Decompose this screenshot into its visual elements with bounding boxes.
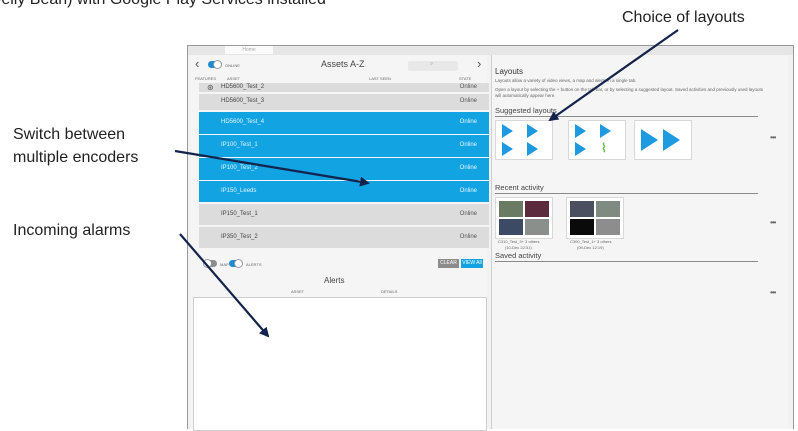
play-icon — [502, 124, 513, 138]
asset-state: Online — [459, 188, 477, 194]
layout-tile-quad[interactable] — [495, 120, 553, 160]
asset-name: IP100_Test_1 — [221, 142, 258, 148]
play-icon — [663, 129, 680, 151]
play-icon — [600, 124, 611, 138]
asset-state: Online — [459, 142, 477, 148]
layouts-description-2: Open a layout by selecting the + button … — [495, 87, 764, 98]
video-thumbnail — [596, 219, 620, 235]
chevron-right-icon[interactable]: › — [477, 57, 481, 70]
asset-state: Online — [459, 98, 477, 104]
recent-activity-tile[interactable] — [566, 197, 624, 239]
col-last-seen: LAST SEEN — [369, 76, 391, 81]
recent-activity-heading: Recent activity — [495, 183, 544, 192]
alerts-col-asset: ASSET — [291, 289, 305, 294]
map-label: MAP — [220, 262, 229, 267]
asset-state: Online — [459, 211, 477, 217]
alerts-list[interactable] — [193, 297, 487, 431]
video-thumbnail — [499, 201, 523, 217]
video-thumbnail — [570, 219, 594, 235]
asset-name: IP150_Test_1 — [221, 211, 258, 217]
asset-name: IP150_Leeds — [221, 188, 257, 194]
table-row[interactable]: ⊛ HD5600_Test_2 Online — [199, 83, 489, 93]
more-icon[interactable]: ••• — [770, 218, 776, 227]
asset-name: HD5600_Test_2 — [221, 84, 265, 90]
more-icon[interactable]: ••• — [770, 288, 776, 297]
map-icon: ⌇ — [601, 141, 607, 155]
col-features: FEATURES — [195, 76, 217, 81]
tab-bar: Home — [188, 46, 793, 55]
col-state: STATE — [459, 76, 472, 81]
alerts-toolbar: MAP ALERTS CLEAR VIEW All — [191, 252, 487, 274]
chevron-left-icon[interactable]: ‹ — [195, 57, 199, 70]
search-input[interactable]: ⌕ — [408, 61, 458, 71]
video-thumbnail — [499, 219, 523, 235]
online-label: ONLINE — [225, 63, 240, 68]
play-icon — [575, 124, 586, 138]
recent-caption-date: (10-Dec 22:31) — [505, 245, 532, 250]
saved-activity-heading: Saved activity — [495, 251, 542, 260]
saved-divider — [495, 261, 758, 262]
recent-activity-tile[interactable] — [495, 197, 553, 239]
alerts-header: Alerts ASSET DETAILS — [191, 275, 487, 297]
online-toggle[interactable] — [208, 60, 222, 69]
asset-name: HD5600_Test_4 — [221, 119, 265, 125]
recent-caption-date: (09-Dec 12:19) — [577, 245, 604, 250]
map-toggle[interactable] — [203, 259, 217, 268]
table-row[interactable]: HD5600_Test_3 Online — [199, 94, 489, 111]
layouts-panel: Layouts Layouts allow a variety of video… — [491, 55, 788, 429]
alerts-title: Alerts — [324, 276, 345, 285]
table-row[interactable]: IP100_Test_2 Online — [199, 158, 489, 181]
play-icon — [527, 142, 538, 156]
clear-button[interactable]: CLEAR — [438, 259, 459, 268]
view-all-button[interactable]: VIEW All — [461, 259, 483, 268]
asset-name: IP100_Test_2 — [221, 165, 258, 171]
col-asset: ASSET — [227, 76, 241, 81]
recent-caption: C300_Test_1+ 3 others — [570, 239, 612, 244]
table-row[interactable]: IP150_Test_1 Online — [199, 204, 489, 226]
caption-switch-line2: multiple encoders — [13, 149, 139, 166]
alerts-label: ALERTS — [246, 262, 262, 267]
asset-name: IP350_Test_2 — [221, 234, 258, 240]
layout-tile-dual[interactable] — [634, 120, 692, 160]
table-row[interactable]: IP150_Leeds Online — [199, 181, 489, 203]
recent-caption: C310_Test_3+ 3 others — [498, 239, 540, 244]
assets-panel: ‹ ONLINE Assets A-Z ⌕ › FEATURES ASSET L… — [191, 55, 489, 431]
asset-state: Online — [459, 119, 477, 125]
caption-switch-line1: Switch between — [13, 126, 126, 143]
video-thumbnail — [525, 201, 549, 217]
suggested-layouts-heading: Suggested layouts — [495, 106, 557, 115]
tablet-screen: Home ‹ ONLINE Assets A-Z ⌕ › FEATURES AS… — [187, 45, 794, 431]
caption-choice-of-layouts: Choice of layouts — [622, 9, 745, 26]
play-icon — [575, 142, 586, 156]
layout-tile-quad-map[interactable]: ⌇ — [568, 120, 626, 160]
table-row[interactable]: IP100_Test_1 Online — [199, 135, 489, 158]
caption-incoming-alarms: Incoming alarms — [13, 222, 131, 239]
video-thumbnail — [570, 201, 594, 217]
play-icon — [527, 124, 538, 138]
search-icon: ⌕ — [430, 61, 434, 67]
asset-state: Online — [459, 84, 477, 90]
tab-home[interactable]: Home — [225, 46, 273, 54]
video-thumbnail — [525, 219, 549, 235]
caption-top-left: (Jelly Bean) with Google Play Services i… — [0, 0, 326, 9]
asset-state: Online — [459, 165, 477, 171]
suggested-divider — [495, 116, 758, 117]
layouts-description: Layouts allow a variety of video views, … — [495, 78, 637, 83]
table-row[interactable]: HD5600_Test_4 Online — [199, 112, 489, 135]
play-icon — [641, 129, 658, 151]
more-icon[interactable]: ••• — [770, 133, 776, 142]
alerts-toggle[interactable] — [229, 259, 243, 268]
asset-state: Online — [459, 234, 477, 240]
recent-divider — [495, 193, 758, 194]
layouts-title: Layouts — [495, 67, 524, 76]
assets-title: Assets A-Z — [321, 59, 365, 69]
alerts-col-details: DETAILS — [381, 289, 398, 294]
play-icon — [502, 142, 513, 156]
table-row[interactable]: IP350_Test_2 Online — [199, 227, 489, 249]
video-thumbnail — [596, 201, 620, 217]
asset-name: HD5600_Test_3 — [221, 98, 265, 104]
camera-icon: ⊛ — [207, 83, 214, 92]
assets-header: ‹ ONLINE Assets A-Z ⌕ › FEATURES ASSET L… — [191, 55, 487, 83]
